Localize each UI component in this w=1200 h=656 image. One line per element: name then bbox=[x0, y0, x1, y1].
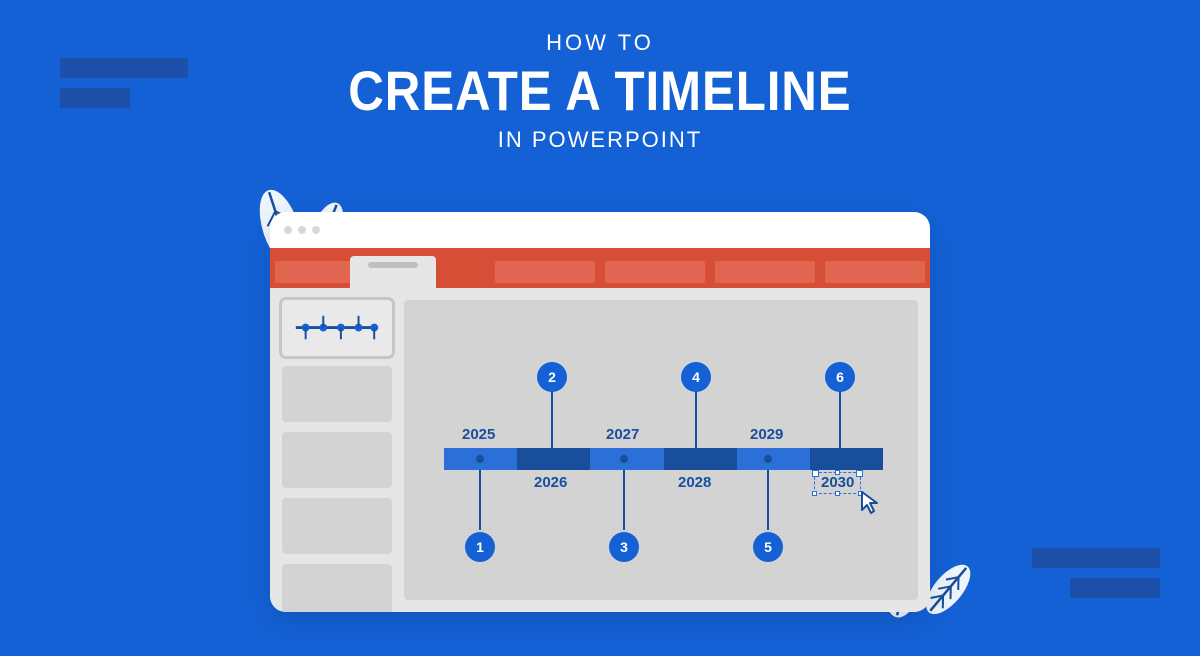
timeline-dot-icon bbox=[620, 455, 628, 463]
ribbon-active-tab[interactable] bbox=[350, 256, 436, 288]
timeline-dot-icon bbox=[692, 455, 700, 463]
timeline-stem bbox=[623, 470, 625, 530]
timeline-marker[interactable]: 2 bbox=[537, 362, 567, 392]
ribbon-segment[interactable] bbox=[825, 261, 925, 283]
title-line-3: IN POWERPOINT bbox=[0, 127, 1200, 153]
window-control-dot-icon bbox=[284, 226, 292, 234]
timeline-year: 2029 bbox=[750, 426, 783, 443]
timeline-marker[interactable]: 5 bbox=[753, 532, 783, 562]
window-control-dot-icon bbox=[312, 226, 320, 234]
slide-thumbnail[interactable] bbox=[282, 366, 392, 422]
timeline-dot-icon bbox=[836, 455, 844, 463]
window-control-dot-icon bbox=[298, 226, 306, 234]
timeline-marker[interactable]: 3 bbox=[609, 532, 639, 562]
ribbon-bar bbox=[270, 248, 930, 288]
timeline-stem bbox=[839, 388, 841, 448]
ribbon-segment[interactable] bbox=[495, 261, 595, 283]
slide-thumbnail-active[interactable] bbox=[282, 300, 392, 356]
slide-canvas[interactable]: 2025 2026 2027 2028 2029 2030 1 2 3 bbox=[404, 300, 918, 600]
ribbon-segment[interactable] bbox=[715, 261, 815, 283]
timeline-year: 2026 bbox=[534, 474, 567, 491]
timeline-year: 2025 bbox=[462, 426, 495, 443]
timeline-dot-icon bbox=[548, 455, 556, 463]
cursor-icon bbox=[860, 490, 882, 521]
timeline-year: 2028 bbox=[678, 474, 711, 491]
title-line-1: HOW TO bbox=[0, 30, 1200, 56]
timeline-year: 2027 bbox=[606, 426, 639, 443]
window-titlebar bbox=[270, 212, 930, 248]
timeline-stem bbox=[767, 470, 769, 530]
timeline-dot-icon bbox=[764, 455, 772, 463]
timeline-stem bbox=[551, 388, 553, 448]
decorative-bars-bottom-right bbox=[992, 548, 1160, 598]
slide-thumbnails bbox=[282, 300, 392, 600]
powerpoint-window: 2025 2026 2027 2028 2029 2030 1 2 3 bbox=[270, 212, 930, 612]
timeline-year-selected[interactable]: 2030 bbox=[814, 472, 861, 494]
workspace: 2025 2026 2027 2028 2029 2030 1 2 3 bbox=[270, 288, 930, 612]
timeline-track bbox=[444, 448, 883, 470]
timeline-marker[interactable]: 4 bbox=[681, 362, 711, 392]
timeline-stem bbox=[695, 388, 697, 448]
slide-thumbnail[interactable] bbox=[282, 498, 392, 554]
timeline-marker[interactable]: 1 bbox=[465, 532, 495, 562]
timeline-stem bbox=[479, 470, 481, 530]
ribbon-segment[interactable] bbox=[605, 261, 705, 283]
slide-thumbnail[interactable] bbox=[282, 432, 392, 488]
page-title: HOW TO CREATE A TIMELINE IN POWERPOINT bbox=[0, 30, 1200, 153]
title-line-2: CREATE A TIMELINE bbox=[348, 58, 851, 123]
timeline-marker[interactable]: 6 bbox=[825, 362, 855, 392]
timeline-dot-icon bbox=[476, 455, 484, 463]
slide-thumbnail[interactable] bbox=[282, 564, 392, 612]
